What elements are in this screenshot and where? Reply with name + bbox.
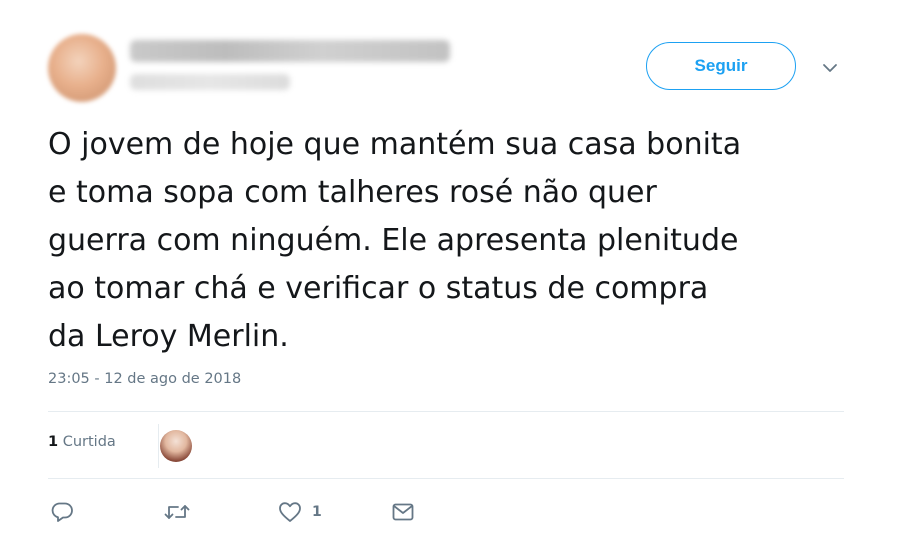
like-button[interactable]: 1 [278, 496, 322, 528]
divider [48, 478, 844, 479]
direct-message-icon [392, 503, 414, 521]
like-count: 1 [312, 504, 322, 520]
likes-label: Curtida [62, 434, 116, 450]
tweet-card: Seguir O jovem de hoje que mantém sua ca… [0, 0, 903, 552]
author-avatar[interactable] [48, 34, 116, 102]
likes-count: 1 [48, 434, 59, 450]
follow-button[interactable]: Seguir [646, 42, 796, 90]
author-handle-blurred[interactable] [130, 74, 290, 90]
likes-stat[interactable]: 1 Curtida [48, 434, 116, 450]
chevron-down-icon[interactable] [818, 56, 842, 80]
reply-button[interactable] [50, 496, 74, 528]
retweet-button[interactable] [163, 496, 191, 528]
retweet-icon [164, 505, 190, 519]
liker-avatar[interactable] [160, 430, 192, 462]
stats-separator [158, 424, 159, 468]
direct-message-button[interactable] [391, 496, 415, 528]
tweet-timestamp[interactable]: 23:05 - 12 de ago de 2018 [48, 371, 241, 387]
tweet-text: O jovem de hoje que mantém sua casa boni… [48, 127, 742, 354]
reply-icon [51, 502, 73, 522]
author-name-blurred[interactable] [130, 40, 450, 62]
tweet-stats: 1 Curtida [48, 412, 844, 478]
tweet-actions: 1 [48, 496, 548, 528]
like-icon [279, 502, 301, 522]
